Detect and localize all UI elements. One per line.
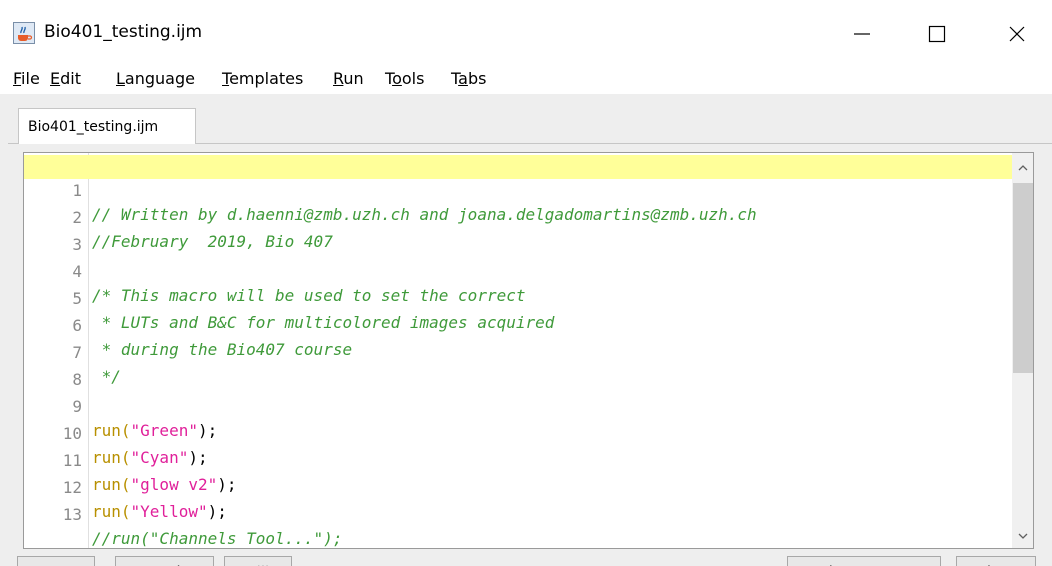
menu-bar: File Edit Language Templates Run Tools T… xyxy=(0,64,1052,94)
menu-file[interactable]: File xyxy=(13,68,40,90)
menu-templates[interactable]: Templates xyxy=(222,68,303,90)
scrollbar-thumb[interactable] xyxy=(1013,183,1033,373)
chevron-down-icon[interactable] xyxy=(1012,527,1034,545)
minimize-icon xyxy=(854,33,870,35)
run-button[interactable]: Run xyxy=(17,556,95,566)
menu-run[interactable]: Run xyxy=(333,68,364,90)
tab-bio401-testing[interactable]: Bio401_testing.ijm xyxy=(18,108,196,144)
batch-button[interactable]: Batch xyxy=(115,556,214,566)
chevron-up-icon[interactable] xyxy=(1012,159,1034,177)
java-cup-icon xyxy=(13,22,35,44)
code-comment: //run("Channels Tool..."); xyxy=(92,529,343,548)
menu-edit[interactable]: Edit xyxy=(50,68,81,90)
title-bar[interactable]: Bio401_testing.ijm xyxy=(0,0,1052,64)
code-line[interactable]: 1 // Written by d.haenni@zmb.uzh.ch and … xyxy=(24,155,1012,224)
kill-button[interactable]: Kill xyxy=(224,556,292,566)
clear-button[interactable]: Clear xyxy=(956,556,1036,566)
menu-language[interactable]: Language xyxy=(116,68,195,90)
minimize-button[interactable] xyxy=(835,14,889,54)
close-button[interactable] xyxy=(990,14,1044,54)
code-line[interactable]: 13 //run("Channels Tool..."); xyxy=(24,479,1012,548)
code-string: "Yellow" xyxy=(130,502,208,521)
code-punctuation: ); xyxy=(207,502,227,521)
code-line[interactable]: 12 run("Yellow"); xyxy=(24,452,1012,521)
menu-tabs[interactable]: Tabs xyxy=(451,68,486,90)
code-line[interactable]: 11 run("glow v2"); xyxy=(24,425,1012,494)
menu-tools[interactable]: Tools xyxy=(385,68,424,90)
code-line[interactable]: 3 xyxy=(24,209,1012,254)
code-editor[interactable]: 1 // Written by d.haenni@zmb.uzh.ch and … xyxy=(23,152,1034,549)
code-line[interactable]: 7 */ xyxy=(24,317,1012,386)
code-line[interactable]: 8 xyxy=(24,344,1012,389)
code-line[interactable]: 5 * LUTs and B&C for multicolored images… xyxy=(24,263,1012,332)
maximize-button[interactable] xyxy=(910,14,964,54)
code-function: run( xyxy=(92,502,131,521)
close-icon xyxy=(1009,26,1025,42)
line-number: 13 xyxy=(62,505,82,524)
maximize-icon xyxy=(928,25,946,43)
tab-label: Bio401_testing.ijm xyxy=(28,119,159,135)
code-line[interactable]: 6 * during the Bio407 course xyxy=(24,290,1012,359)
vertical-scrollbar[interactable] xyxy=(1012,153,1034,548)
code-line[interactable]: 10 run("Cyan"); xyxy=(24,398,1012,467)
code-line[interactable]: 2 //February 2019, Bio 407 xyxy=(24,182,1012,251)
code-line[interactable]: 9 run("Green"); xyxy=(24,371,1012,440)
show-errors-button[interactable]: Show Errors xyxy=(787,556,941,566)
code-line[interactable]: 4 /* This macro will be used to set the … xyxy=(24,236,1012,305)
window-title: Bio401_testing.ijm xyxy=(44,22,203,42)
